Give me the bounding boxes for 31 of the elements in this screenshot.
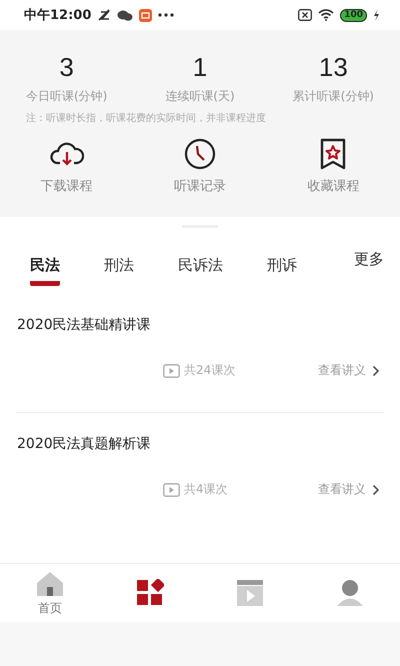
note-text: 注：听课时长指，听课花费的实际时间，并非课程进度 [25,112,267,125]
tab[interactable]: 刑诉 [267,256,297,286]
chevron-icon [372,364,380,376]
wifi-icon [318,9,334,21]
more-tab[interactable]: 更多 [354,250,384,280]
stat-value: 3 [59,51,74,84]
stat-label: 累计听课(分钟) [292,88,374,105]
lesson-count: 共4课次 [184,481,228,498]
charging-icon [373,9,380,21]
tab[interactable]: 刑法 [104,256,134,286]
clock-icon [182,137,217,171]
notification-off-icon [97,8,112,22]
clock-time: 中午12:00 [24,7,92,24]
course-title[interactable]: 2020民法真题解析课 [17,435,384,453]
course-title[interactable]: 2020民法基础精讲课 [17,316,384,334]
stat-value: 1 [192,51,208,84]
stat-label: 今日听课(分钟) [26,88,108,105]
sim-icon [298,9,312,21]
nav-item[interactable]: 首页 [0,570,100,616]
more-icon [158,13,174,17]
lesson-count: 共24课次 [184,362,236,379]
stat-value: 13 [318,51,348,84]
chevron-icon [372,484,380,496]
battery-level: 100 [340,8,367,22]
play-icon [163,364,180,378]
tab[interactable]: 民诉法 [178,256,223,286]
stat-label: 连续听课(天) [165,88,235,105]
app-icon [139,8,152,22]
chat-icon [117,8,134,22]
tab[interactable]: 民法 [30,256,60,286]
play-icon [163,482,180,496]
